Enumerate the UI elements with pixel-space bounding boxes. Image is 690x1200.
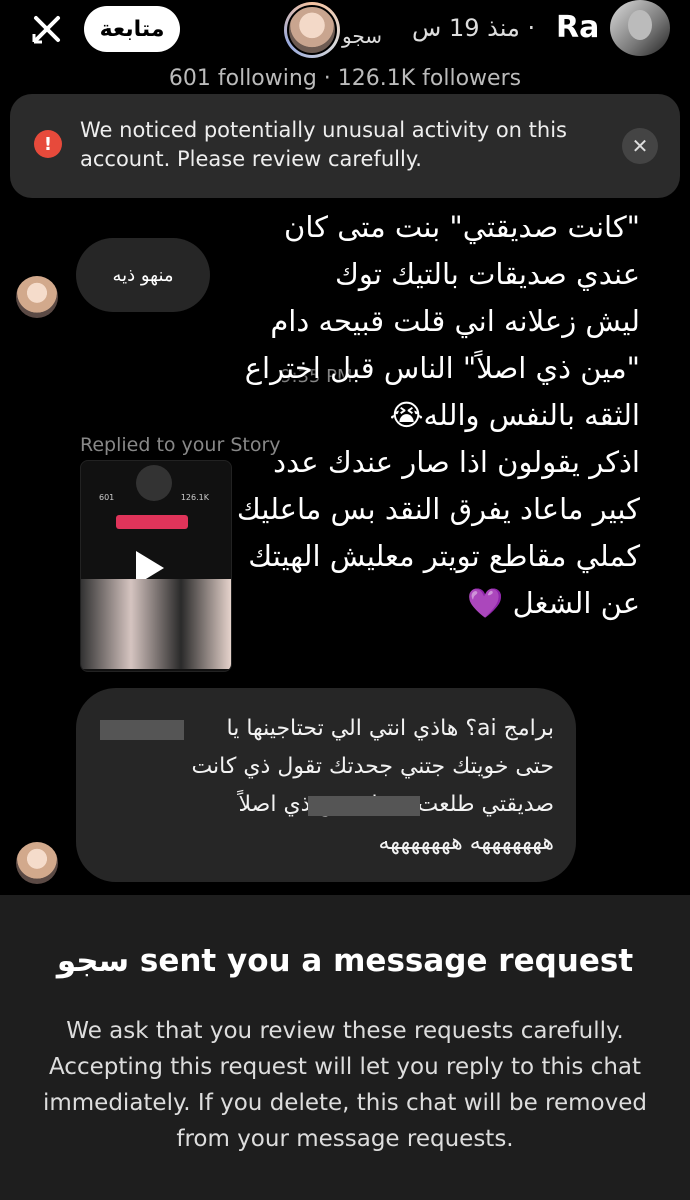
sender-avatar[interactable] <box>16 276 58 318</box>
unusual-activity-banner: ! We noticed potentially unusual activit… <box>10 94 680 198</box>
sender-avatar[interactable] <box>16 842 58 884</box>
warning-text: We noticed potentially unusual activity … <box>80 118 567 171</box>
story-avatar[interactable] <box>284 2 340 58</box>
top-bar: متابعة سجو · منذ 19 س Ra <box>0 0 690 60</box>
story-time: · منذ 19 س <box>412 14 536 42</box>
message-request-panel: سجو sent you a message request We ask th… <box>0 895 690 1200</box>
follow-button[interactable]: متابعة <box>84 6 180 52</box>
profile-stats: 601 following · 126.1K followers <box>168 66 522 91</box>
message-bubble: برامج ai؟ هاذي انتي الي تحتاجينها يا حتى… <box>76 688 576 882</box>
alert-icon: ! <box>34 130 62 158</box>
redaction <box>100 720 184 740</box>
close-icon[interactable]: ✕ <box>622 128 658 164</box>
story-overlay-text: "كانت صديقتي" بنت متى كان عندي صديقات با… <box>236 210 640 620</box>
story-username[interactable]: Ra <box>556 10 599 45</box>
request-body: We ask that you review these requests ca… <box>42 1018 647 1152</box>
user-avatar[interactable] <box>610 0 670 56</box>
request-title: سجو sent you a message request <box>56 943 634 979</box>
redaction <box>308 796 420 816</box>
preview-following: 601 <box>99 493 115 502</box>
story-author-name: سجو <box>342 24 382 48</box>
close-icon[interactable] <box>30 12 64 46</box>
